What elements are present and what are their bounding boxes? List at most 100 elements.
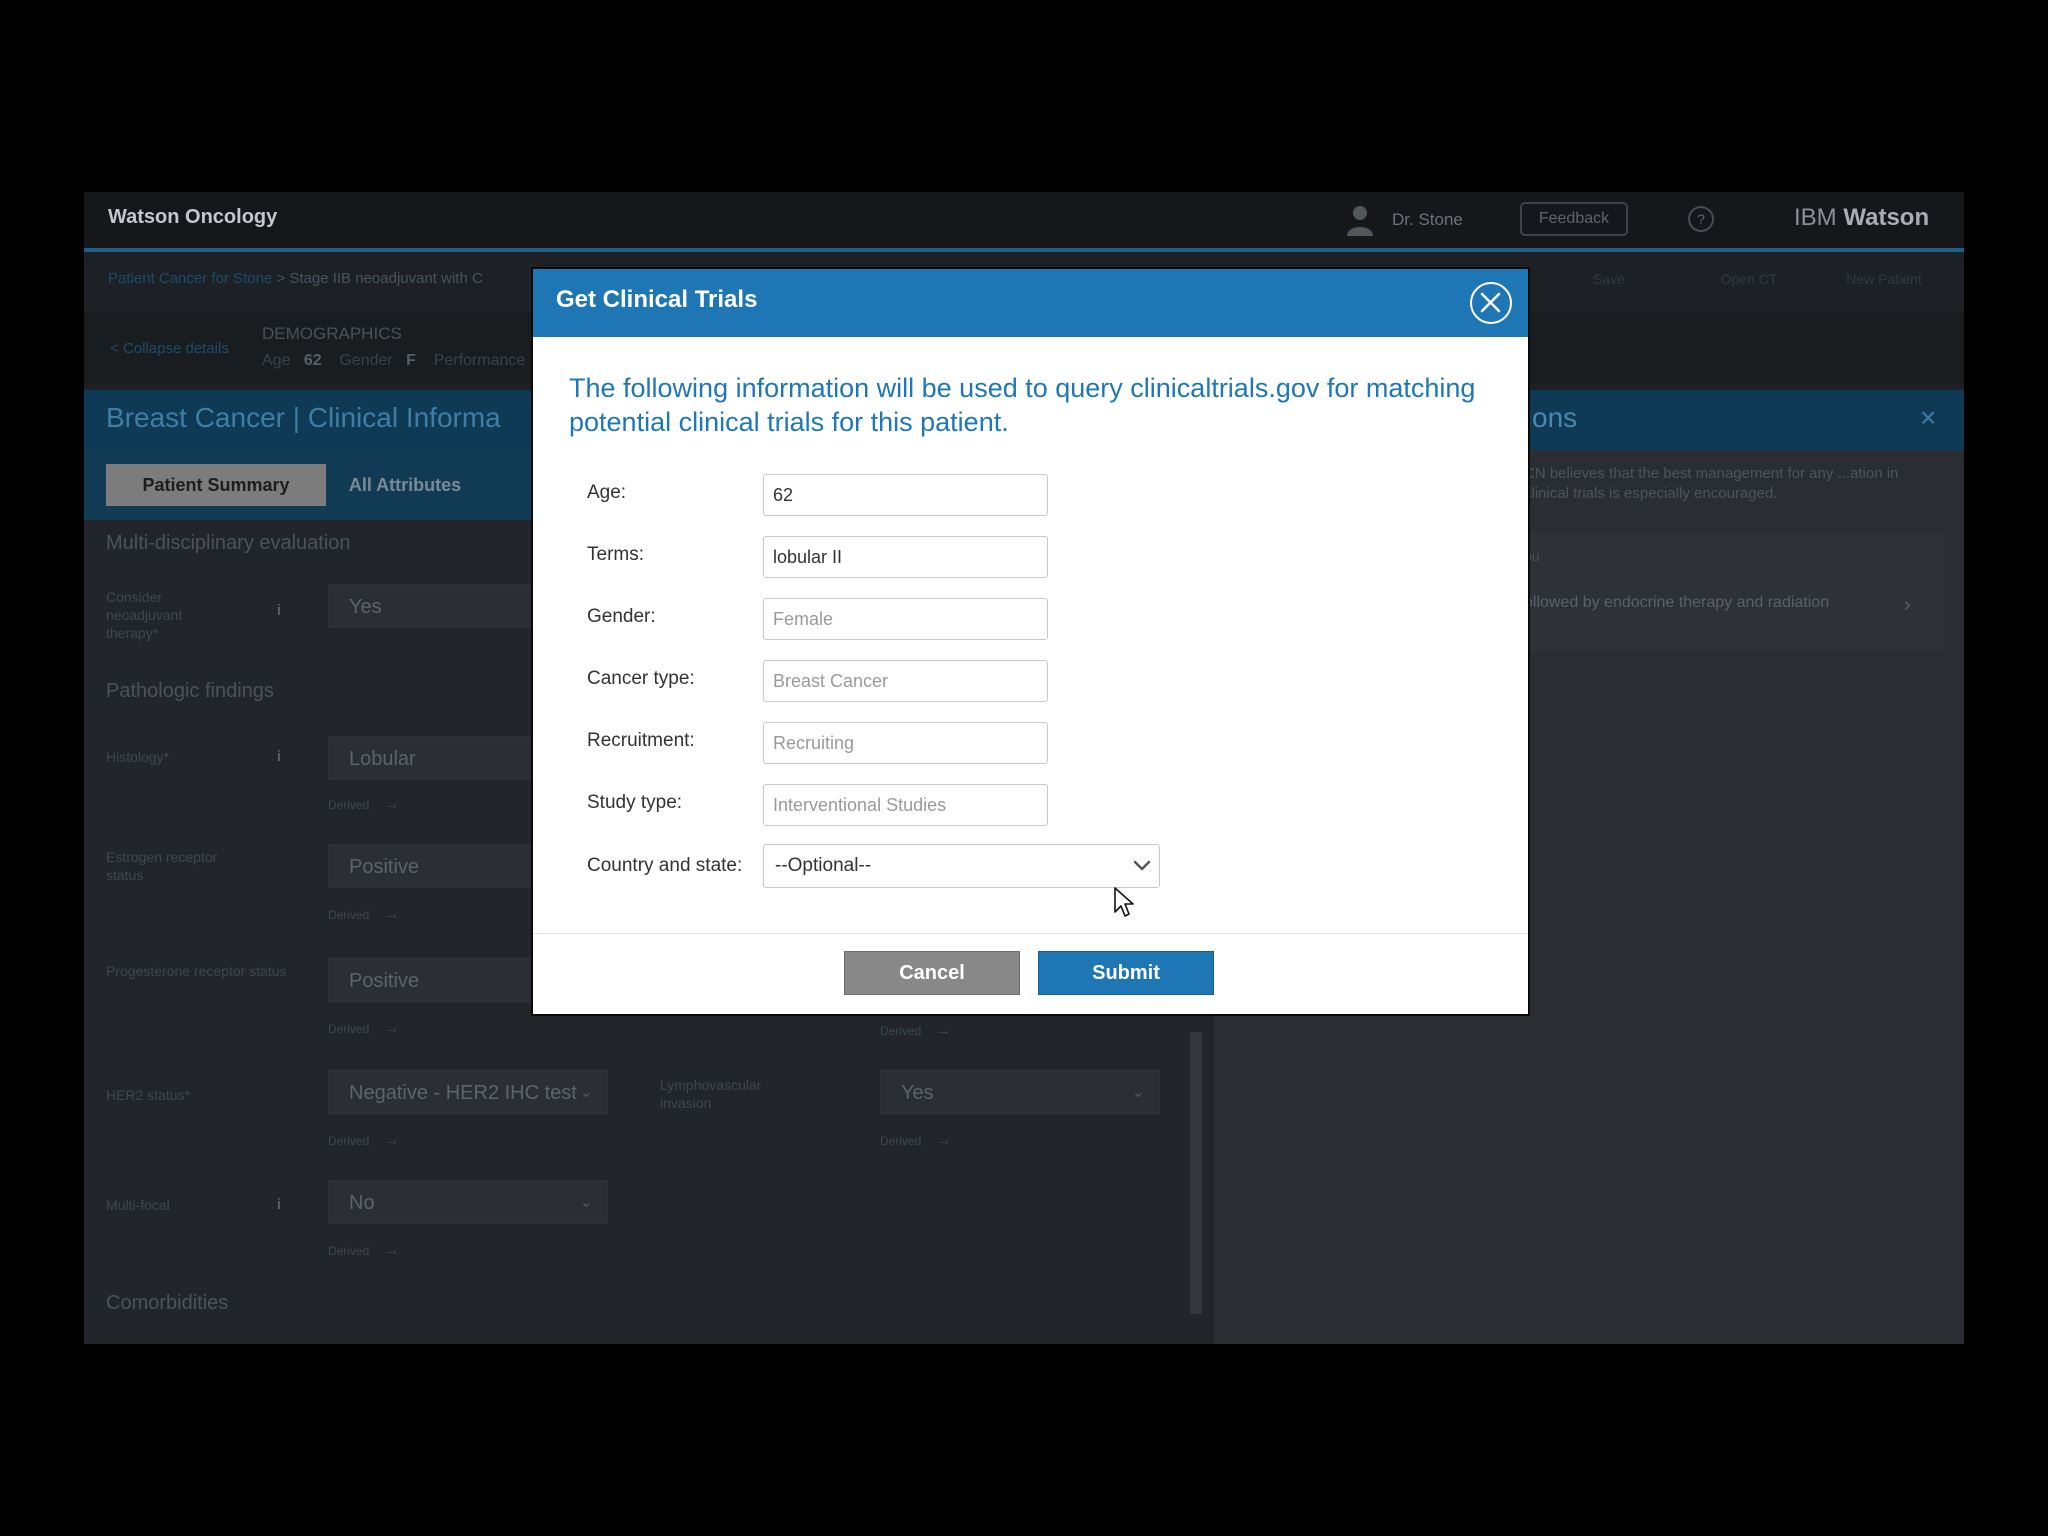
derived-label: Derived xyxy=(328,798,370,812)
help-icon[interactable]: ? xyxy=(1688,206,1714,232)
study-type-field-label: Study type: xyxy=(587,792,683,813)
cancer-type-field-label: Cancer type: xyxy=(587,668,695,689)
age-field-label: Age: xyxy=(587,482,627,503)
breadcrumb: Patient Cancer for Stone > Stage IIB neo… xyxy=(108,270,483,287)
section-mde-title: Multi-disciplinary evaluation xyxy=(106,532,351,554)
derived-label: Derived xyxy=(328,908,370,922)
panel-scrollbar[interactable] xyxy=(1190,1032,1202,1314)
derived-label: Derived xyxy=(328,1244,370,1258)
performance-label: Performance xyxy=(433,352,526,369)
arrow-right-icon: → xyxy=(935,1132,952,1149)
user-name: Dr. Stone xyxy=(1392,210,1463,229)
chevron-down-icon: ⌄ xyxy=(579,1194,593,1211)
country-state-selected-value: --Optional-- xyxy=(775,855,872,876)
recruitment-field-label: Recruitment: xyxy=(587,730,695,751)
info-icon[interactable]: i xyxy=(272,602,286,624)
age-value: 62 xyxy=(303,352,322,369)
treatment-card[interactable] xyxy=(1524,532,1944,652)
cancel-button[interactable]: Cancel xyxy=(844,951,1020,995)
demographics-title: DEMOGRAPHICS xyxy=(262,324,402,343)
breadcrumb-link[interactable]: Patient Cancer for Stone xyxy=(108,270,272,287)
lymph-value: Yes xyxy=(901,1082,934,1104)
derived-link[interactable]: Derived → xyxy=(880,1022,951,1040)
progesterone-value: Positive xyxy=(349,970,420,992)
terms-field-label: Terms: xyxy=(587,544,644,565)
section-pathologic-title: Pathologic findings xyxy=(106,680,274,702)
chevron-right-icon[interactable]: › xyxy=(1904,594,1911,617)
gender-input[interactable] xyxy=(763,598,1048,640)
submit-button[interactable]: Submit xyxy=(1038,951,1214,995)
derived-label: Derived xyxy=(328,1134,370,1148)
arrow-right-icon: → xyxy=(383,1242,400,1259)
lymph-select[interactable]: Yes ⌄ xyxy=(880,1070,1160,1114)
feedback-button[interactable]: Feedback xyxy=(1520,202,1628,236)
arrow-right-icon: → xyxy=(383,906,400,923)
ibm-watson-logo: IBM Watson xyxy=(1794,204,1929,232)
multifocal-select[interactable]: No ⌄ xyxy=(328,1180,608,1224)
banner-title: Breast Cancer | Clinical Informa xyxy=(106,402,501,433)
info-icon[interactable]: i xyxy=(272,748,286,770)
arrow-right-icon: → xyxy=(383,1132,400,1149)
user-menu[interactable]: Dr. Stone xyxy=(1344,204,1474,236)
collapse-details-link[interactable]: < Collapse details xyxy=(110,340,229,357)
dialog-title: Get Clinical Trials xyxy=(556,286,758,313)
progesterone-label: Progesterone receptor status xyxy=(106,963,287,979)
derived-link[interactable]: Derived → xyxy=(328,1020,399,1038)
info-icon[interactable]: i xyxy=(272,1196,286,1218)
user-icon xyxy=(1347,206,1373,236)
country-state-field-label: Country and state: xyxy=(587,855,743,876)
dialog-footer-divider xyxy=(533,933,1528,934)
tab-patient-summary[interactable]: Patient Summary xyxy=(106,464,326,506)
country-state-select[interactable]: --Optional-- xyxy=(763,844,1160,888)
derived-link[interactable]: Derived → xyxy=(328,796,399,814)
arrow-right-icon: → xyxy=(935,1022,952,1039)
chevron-down-icon xyxy=(1133,860,1151,871)
terms-input[interactable] xyxy=(763,536,1048,578)
app-brand: Watson Oncology xyxy=(108,206,278,228)
top-bar: Watson Oncology Dr. Stone Feedback ? IBM… xyxy=(84,192,1964,252)
her2-value: Negative - HER2 IHC test xyxy=(349,1082,577,1104)
dialog-header: Get Clinical Trials xyxy=(533,269,1528,337)
age-label: Age xyxy=(262,352,291,369)
header-save-button[interactable]: Save xyxy=(1564,264,1654,294)
treatment-card-text: ollowed by endocrine therapy and radiati… xyxy=(1524,594,1830,611)
chevron-down-icon: ⌄ xyxy=(1131,1084,1145,1101)
mouse-pointer-icon xyxy=(1114,887,1134,917)
neoadjuvant-label: Consider neoadjuvant therapy* xyxy=(106,589,183,641)
histology-label: Histology* xyxy=(106,749,170,765)
header-open-ct-button[interactable]: Open CT xyxy=(1694,264,1804,294)
gender-value: F xyxy=(406,352,416,369)
dialog-intro-text: The following information will be used t… xyxy=(569,373,1476,437)
derived-label: Derived xyxy=(328,1022,370,1036)
ibm-logo-prefix: IBM xyxy=(1794,204,1837,231)
derived-link[interactable]: Derived → xyxy=(328,1242,399,1260)
close-icon xyxy=(1480,292,1501,313)
section-comorbidities-title: Comorbidities xyxy=(106,1292,229,1314)
arrow-right-icon: → xyxy=(383,1020,400,1037)
tab-all-attributes[interactable]: All Attributes xyxy=(340,464,470,506)
histology-value: Lobular xyxy=(349,748,416,770)
gender-field-label: Gender: xyxy=(587,606,656,627)
arrow-right-icon: → xyxy=(383,796,400,813)
cancer-type-input[interactable] xyxy=(763,660,1048,702)
derived-link[interactable]: Derived → xyxy=(328,1132,399,1150)
close-button[interactable] xyxy=(1470,282,1512,324)
age-input[interactable] xyxy=(763,474,1048,516)
recruitment-input[interactable] xyxy=(763,722,1048,764)
neoadjuvant-value: Yes xyxy=(349,596,382,618)
header-new-patient-button[interactable]: New Patient xyxy=(1824,264,1944,294)
chevron-down-icon: ⌄ xyxy=(579,1084,593,1101)
right-panel-text: CN believes that the best management for… xyxy=(1524,465,1899,502)
derived-link[interactable]: Derived → xyxy=(880,1132,951,1150)
get-clinical-trials-dialog: Get Clinical Trials The following inform… xyxy=(533,269,1528,1014)
lymph-label: Lymphovascular invasion xyxy=(660,1077,762,1111)
multifocal-value: No xyxy=(349,1192,375,1214)
derived-link[interactable]: Derived → xyxy=(328,906,399,924)
her2-label: HER2 status* xyxy=(106,1087,191,1103)
estrogen-label: Estrogen receptor status xyxy=(106,849,218,883)
multifocal-label: Multi-focal xyxy=(106,1197,170,1213)
ibm-logo-suffix: Watson xyxy=(1843,204,1930,231)
right-panel-close-icon[interactable]: × xyxy=(1920,402,1936,434)
her2-select[interactable]: Negative - HER2 IHC test ⌄ xyxy=(328,1070,608,1114)
study-type-input[interactable] xyxy=(763,784,1048,826)
